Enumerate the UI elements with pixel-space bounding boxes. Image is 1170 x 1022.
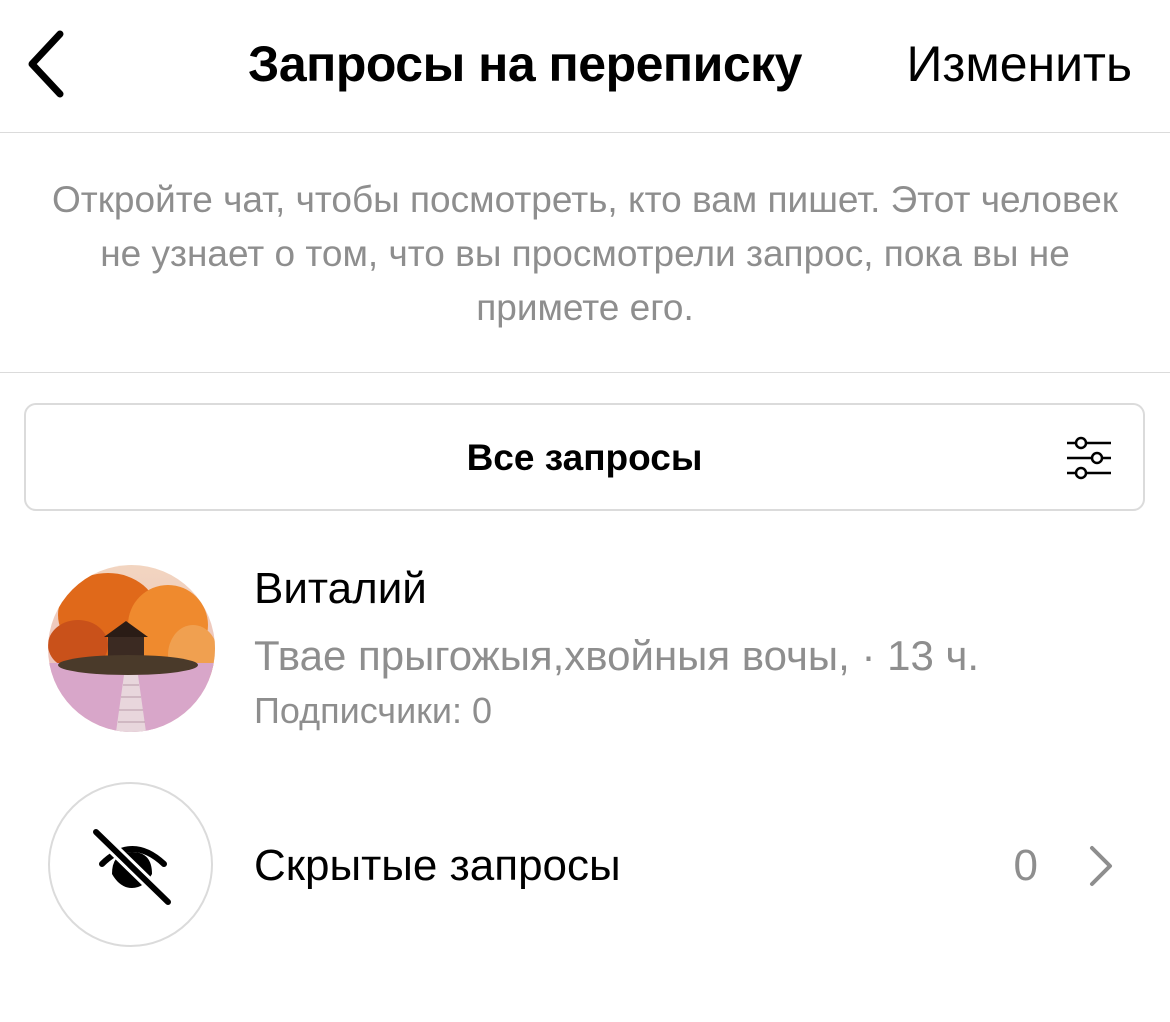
message-preview: Твае прыгожыя,хвойныя вочы, · 13 ч. xyxy=(254,632,980,679)
follower-count: Подписчики: 0 xyxy=(254,690,493,731)
avatar[interactable] xyxy=(48,565,215,732)
notice-text: Откройте чат, чтобы посмотреть, кто вам … xyxy=(52,179,1118,328)
eye-slash-icon xyxy=(88,824,176,909)
hidden-requests-count: 0 xyxy=(1013,841,1038,890)
chevron-left-icon xyxy=(28,30,64,98)
edit-button[interactable]: Изменить xyxy=(906,34,1132,94)
message-request-row[interactable]: Виталий Твае прыгожыя,хвойныя вочы, · 13… xyxy=(0,548,1170,748)
sliders-icon[interactable] xyxy=(1065,435,1113,481)
hidden-requests-icon-container xyxy=(48,782,213,947)
back-button[interactable] xyxy=(22,28,72,100)
header: Запросы на переписку Изменить xyxy=(0,0,1170,133)
hidden-requests-row[interactable]: Скрытые запросы 0 xyxy=(0,780,1170,950)
info-notice: Откройте чат, чтобы посмотреть, кто вам … xyxy=(0,133,1170,373)
page-title: Запросы на переписку xyxy=(248,36,803,92)
hidden-requests-label: Скрытые запросы xyxy=(254,841,621,890)
sender-name: Виталий xyxy=(254,564,427,613)
chevron-right-icon xyxy=(1090,846,1112,886)
filter-dropdown[interactable]: Все запросы xyxy=(24,403,1145,511)
filter-label: Все запросы xyxy=(466,437,703,478)
